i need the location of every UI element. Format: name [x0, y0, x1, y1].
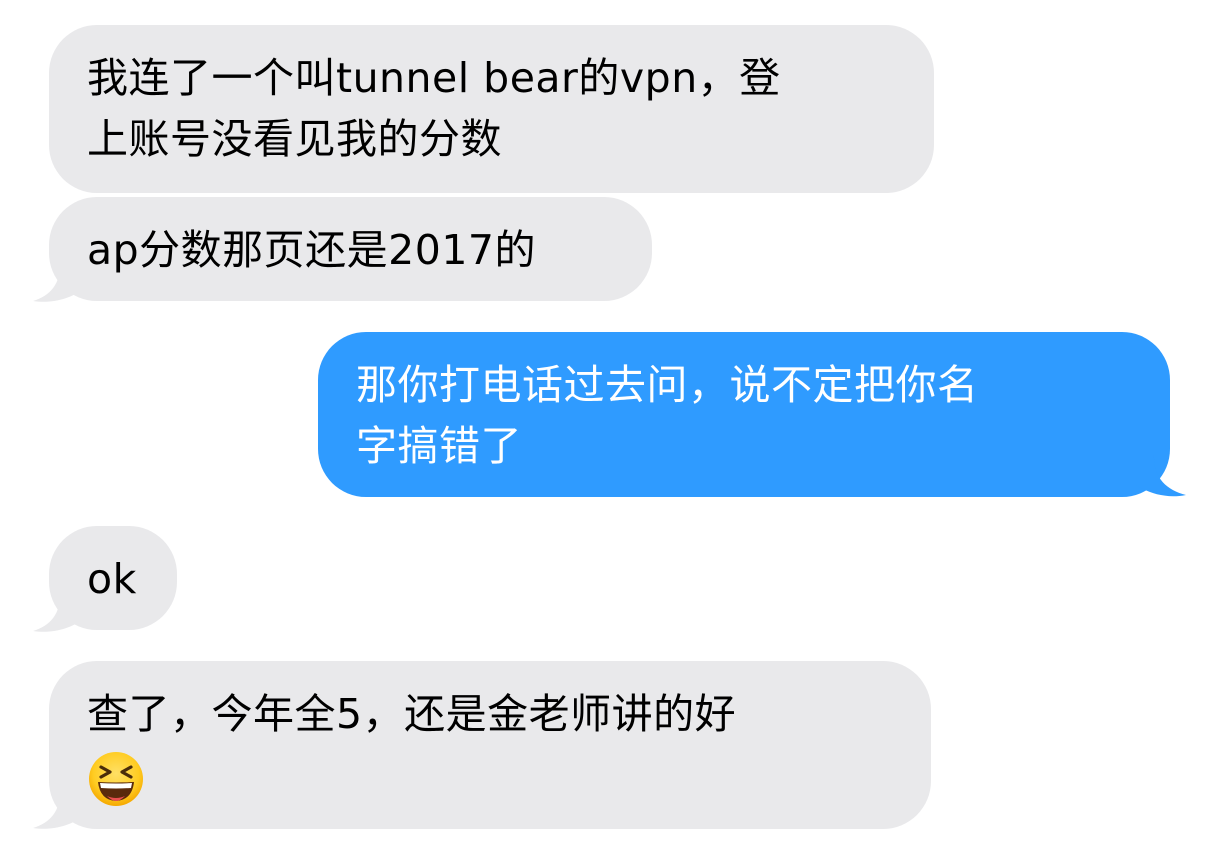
- message-bubble-incoming-4[interactable]: 查了，今年全5，还是金老师讲的好: [49, 661, 931, 829]
- bubble-tail-incoming: [33, 262, 82, 302]
- message-bubble-incoming-2[interactable]: ap分数那页还是2017的: [49, 197, 652, 301]
- message-text: 查了，今年全5，还是金老师讲的好: [87, 690, 737, 738]
- message-text: 我连了一个叫tunnel bear的vpn，登: [87, 54, 781, 102]
- message-text: ap分数那页还是2017的: [87, 226, 536, 274]
- bubble-tail-incoming: [33, 592, 82, 632]
- message-emoji-line: [87, 745, 893, 806]
- message-text: 那你打电话过去问，说不定把你名: [356, 361, 979, 409]
- grinning-squinting-face-emoji: [89, 751, 143, 806]
- message-bubble-incoming-1[interactable]: 我连了一个叫tunnel bear的vpn，登 上账号没看见我的分数: [49, 25, 934, 193]
- bubble-tail-incoming: [33, 789, 82, 829]
- message-text: 上账号没看见我的分数: [87, 115, 502, 163]
- message-bubble-outgoing-1[interactable]: 那你打电话过去问，说不定把你名 字搞错了: [318, 332, 1170, 497]
- bubble-tail-outgoing: [1136, 455, 1186, 497]
- message-text: ok: [87, 555, 137, 603]
- message-text: 字搞错了: [356, 422, 522, 470]
